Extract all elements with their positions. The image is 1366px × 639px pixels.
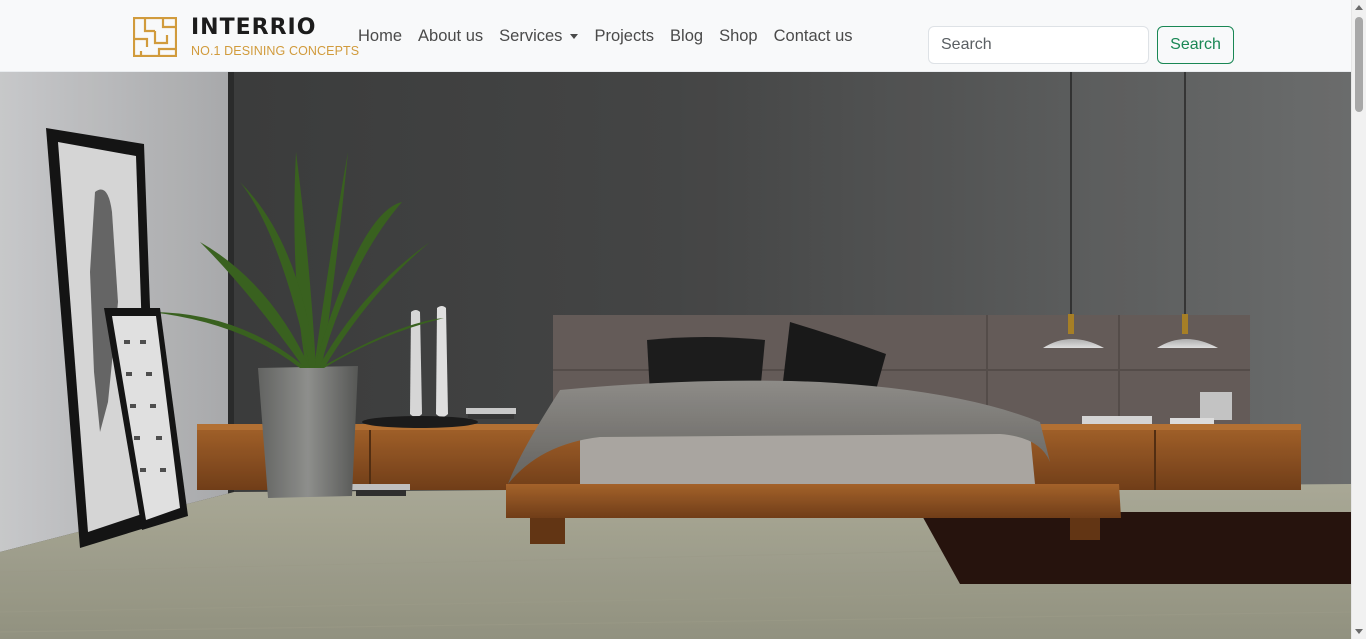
page-scrollbar[interactable] — [1351, 0, 1366, 639]
scroll-down-arrow-icon[interactable] — [1355, 629, 1363, 634]
scroll-up-arrow-icon[interactable] — [1355, 5, 1363, 10]
nav-links: Home About us Services Projects Blog Sho… — [350, 26, 861, 46]
nav-item-services-label: Services — [499, 27, 563, 45]
scrollbar-thumb[interactable] — [1355, 17, 1363, 112]
brand-tagline: NO.1 DESINING CONCEPTS — [191, 44, 360, 58]
caret-down-icon — [570, 33, 579, 39]
brand-logo-link[interactable]: INTERRIO NO.1 DESINING CONCEPTS — [133, 16, 359, 58]
maze-logo-icon — [133, 17, 177, 57]
nav-item-shop[interactable]: Shop — [711, 26, 766, 46]
nav-item-contact-us[interactable]: Contact us — [766, 26, 861, 46]
nav-item-about-us[interactable]: About us — [410, 26, 491, 46]
nav-item-projects[interactable]: Projects — [586, 26, 662, 46]
navbar: INTERRIO NO.1 DESINING CONCEPTS Home Abo… — [0, 0, 1351, 72]
search-input[interactable] — [928, 26, 1149, 64]
hero-banner — [0, 72, 1351, 639]
nav-item-blog[interactable]: Blog — [662, 26, 711, 46]
brand-name: INTERRIO — [191, 15, 317, 40]
nav-item-home[interactable]: Home — [350, 26, 410, 46]
nav-item-services-dropdown[interactable]: Services — [491, 26, 586, 46]
bedroom-interior-image — [0, 72, 1351, 639]
search-button[interactable]: Search — [1157, 26, 1234, 64]
